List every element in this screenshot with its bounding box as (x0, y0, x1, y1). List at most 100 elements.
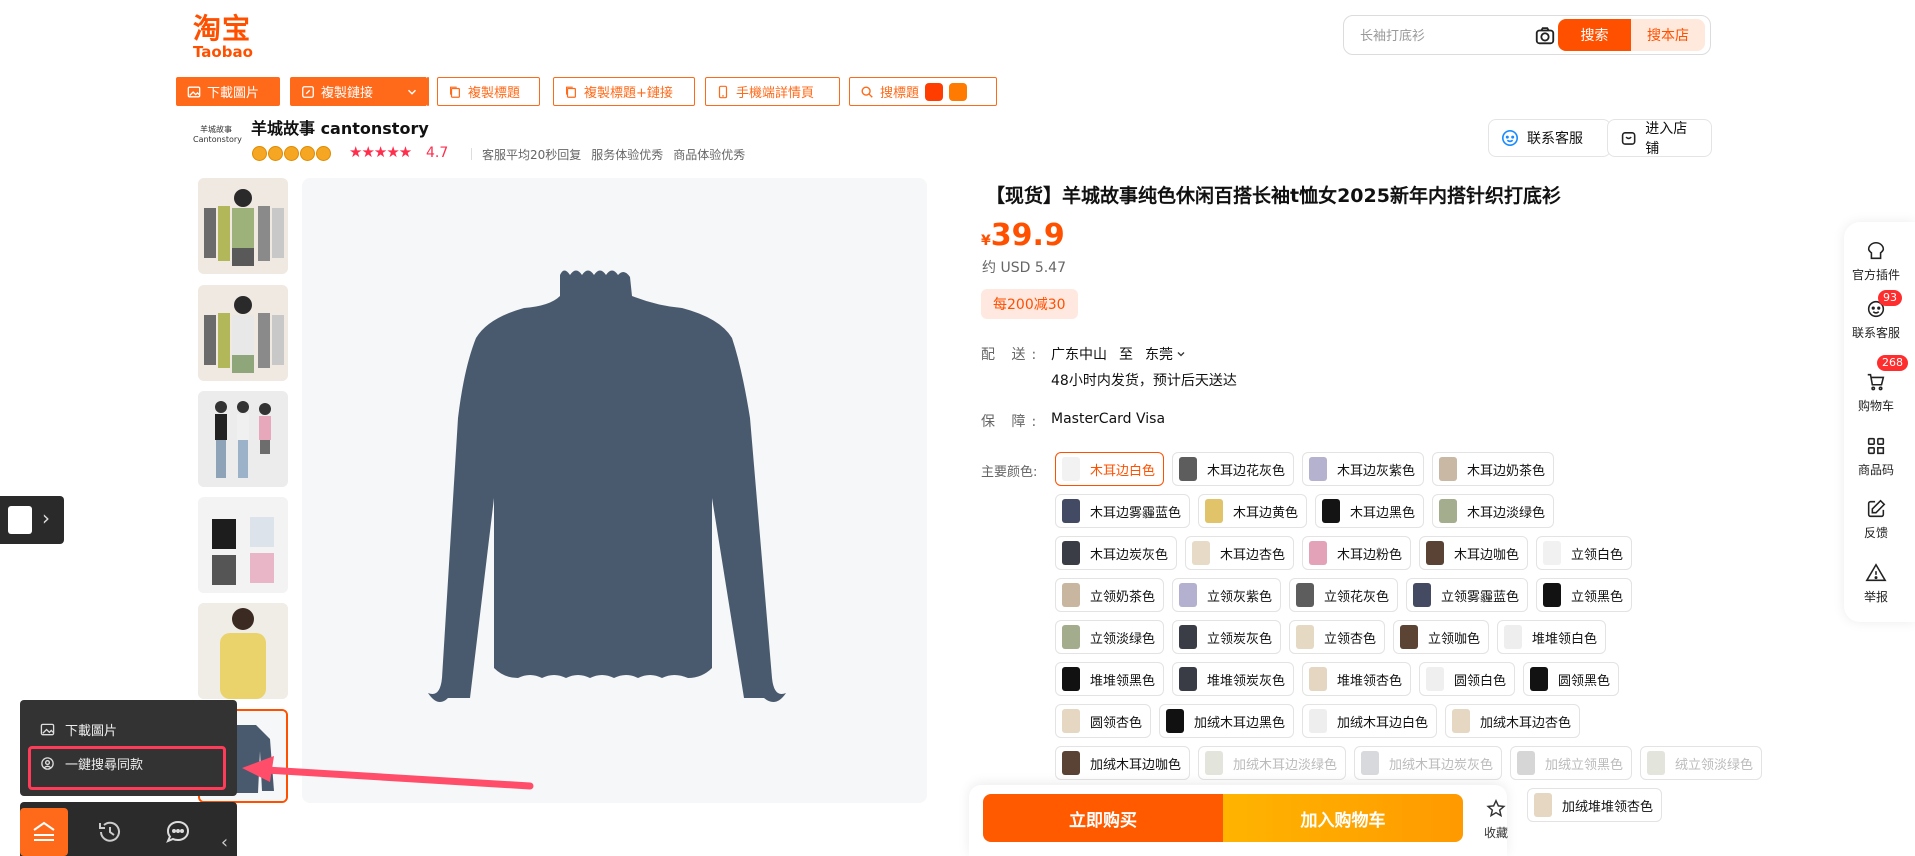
contact-service-button[interactable]: 联系客服 (1488, 119, 1611, 157)
color-option[interactable]: 绒立领淡绿色 (1640, 746, 1762, 780)
color-swatch (1062, 583, 1080, 607)
color-option-label: 加绒堆堆领杏色 (1562, 799, 1654, 815)
gallery-thumb[interactable] (198, 178, 288, 274)
star-icon (1486, 799, 1506, 818)
rail-product-code[interactable]: 商品码 (1844, 435, 1908, 478)
gallery-thumb[interactable] (198, 497, 288, 593)
color-option[interactable]: 木耳边白色 (1055, 452, 1164, 486)
delivery-destination[interactable]: 东莞 (1145, 344, 1186, 364)
color-option[interactable]: 木耳边杏色 (1185, 536, 1294, 570)
store-rating-value: 4.7 (426, 145, 449, 161)
color-option[interactable]: 立领白色 (1536, 536, 1632, 570)
color-swatch (1062, 751, 1080, 775)
color-option[interactable]: 立领奶茶色 (1055, 578, 1164, 612)
color-option-label: 立领花灰色 (1324, 589, 1390, 605)
history-icon (99, 821, 120, 842)
rail-report[interactable]: 举报 (1844, 562, 1908, 605)
mobile-details-label: 手機端詳情頁 (736, 86, 815, 101)
color-option[interactable]: 圆领黑色 (1523, 662, 1619, 696)
color-option-label: 圆领杏色 (1090, 715, 1143, 731)
color-option[interactable]: 加绒木耳边炭灰色 (1354, 746, 1502, 780)
color-option[interactable]: 加绒立领黑色 (1510, 746, 1632, 780)
right-rail: 官方插件 联系客服 93 购物车 268 商品码 反馈 举报 (1844, 222, 1915, 622)
color-swatch (1179, 667, 1197, 691)
color-option[interactable]: 堆堆领黑色 (1055, 662, 1164, 696)
color-option[interactable]: 木耳边黄色 (1198, 494, 1307, 528)
color-option[interactable]: 木耳边粉色 (1302, 536, 1411, 570)
color-option[interactable]: 立领花灰色 (1289, 578, 1398, 612)
color-swatch (1062, 541, 1080, 565)
color-swatch (1309, 667, 1327, 691)
copy-icon (450, 86, 460, 98)
color-option[interactable]: 立领炭灰色 (1172, 620, 1281, 654)
color-option[interactable]: 加绒堆堆领杏色 (1527, 788, 1662, 822)
gallery-thumb[interactable] (198, 285, 288, 381)
color-option[interactable]: 立领黑色 (1536, 578, 1632, 612)
side-preview-tab[interactable]: › (0, 496, 64, 544)
store-icon (1621, 132, 1636, 145)
crown-icon (284, 146, 299, 161)
color-option[interactable]: 木耳边咖色 (1419, 536, 1528, 570)
color-option[interactable]: 立领杏色 (1289, 620, 1385, 654)
color-option[interactable]: 加绒木耳边白色 (1302, 704, 1437, 738)
store-logo[interactable]: 羊城故事 Cantonstory (193, 125, 242, 153)
coupon-badge[interactable]: 每200减30 (981, 289, 1078, 319)
color-option[interactable]: 加绒木耳边咖色 (1055, 746, 1190, 780)
color-option-label: 木耳边灰紫色 (1337, 463, 1416, 479)
dock-home-button[interactable] (20, 808, 68, 856)
menu-download-images[interactable]: 下載圖片 (40, 720, 117, 739)
add-to-cart-button[interactable]: 加入购物车 (1223, 794, 1463, 842)
enter-store-button[interactable]: 进入店铺 (1607, 119, 1712, 157)
copy-title-label: 複製標題 (468, 86, 521, 101)
color-option[interactable]: 木耳边奶茶色 (1432, 452, 1554, 486)
layers-icon (33, 821, 55, 841)
color-option[interactable]: 堆堆领杏色 (1302, 662, 1411, 696)
color-option[interactable]: 木耳边花灰色 (1172, 452, 1294, 486)
color-option[interactable]: 圆领白色 (1419, 662, 1515, 696)
store-meta-item: 商品体验优秀 (673, 148, 746, 162)
color-option[interactable]: 堆堆领白色 (1497, 620, 1606, 654)
mobile-details-button[interactable]: 手機端詳情頁 (705, 77, 840, 106)
copy-link-dropdown[interactable] (396, 77, 427, 106)
rail-feedback[interactable]: 反馈 (1844, 498, 1908, 541)
copy-title-button[interactable]: 複製標題 (437, 77, 540, 106)
delivery-from: 广东中山 (1051, 347, 1107, 363)
search-title-button[interactable]: 搜標題 (849, 77, 997, 106)
camera-icon[interactable] (1534, 25, 1556, 47)
taobao-logo[interactable]: 淘宝 Taobao (193, 14, 273, 61)
color-option[interactable]: 木耳边淡绿色 (1432, 494, 1554, 528)
search-button[interactable]: 搜索 (1558, 19, 1631, 51)
color-option[interactable]: 圆领杏色 (1055, 704, 1151, 738)
color-option[interactable]: 木耳边灰紫色 (1302, 452, 1424, 486)
buy-now-button[interactable]: 立即购买 (983, 794, 1223, 842)
search-input[interactable] (1358, 24, 1522, 48)
main-product-image[interactable] (302, 178, 927, 803)
color-option[interactable]: 木耳边炭灰色 (1055, 536, 1177, 570)
color-option[interactable]: 木耳边黑色 (1315, 494, 1424, 528)
color-option[interactable]: 立领雾霾蓝色 (1406, 578, 1528, 612)
color-swatch (1192, 541, 1210, 565)
color-option[interactable]: 立领咖色 (1393, 620, 1489, 654)
color-option[interactable]: 立领淡绿色 (1055, 620, 1164, 654)
rail-cart[interactable]: 购物车 (1844, 371, 1908, 414)
color-option[interactable]: 立领灰紫色 (1172, 578, 1281, 612)
dock-history-button[interactable] (86, 808, 134, 856)
gallery-thumb[interactable] (198, 603, 288, 699)
color-option[interactable]: 加绒木耳边黑色 (1159, 704, 1294, 738)
favorite-button[interactable]: 收藏 (1475, 798, 1517, 841)
download-images-label: 下載圖片 (207, 86, 260, 101)
copy-link-label: 複製鏈接 (321, 86, 374, 101)
collapse-chevron-icon[interactable]: ‹ (212, 830, 237, 856)
color-option[interactable]: 木耳边雾霾蓝色 (1055, 494, 1190, 528)
gallery-thumb[interactable] (198, 391, 288, 487)
store-name[interactable]: 羊城故事 cantonstory (251, 115, 429, 139)
color-option[interactable]: 堆堆领炭灰色 (1172, 662, 1294, 696)
color-option[interactable]: 加绒木耳边淡绿色 (1198, 746, 1346, 780)
color-swatch (1166, 709, 1184, 733)
copy-title-link-button[interactable]: 複製標題+鏈接 (553, 77, 695, 106)
search-store-button[interactable]: 搜本店 (1631, 19, 1705, 51)
rail-official-plugin[interactable]: 官方插件 (1844, 240, 1908, 283)
dock-chat-button[interactable] (154, 808, 202, 856)
color-option[interactable]: 加绒木耳边杏色 (1445, 704, 1580, 738)
download-images-button[interactable]: 下載圖片 (176, 77, 280, 106)
